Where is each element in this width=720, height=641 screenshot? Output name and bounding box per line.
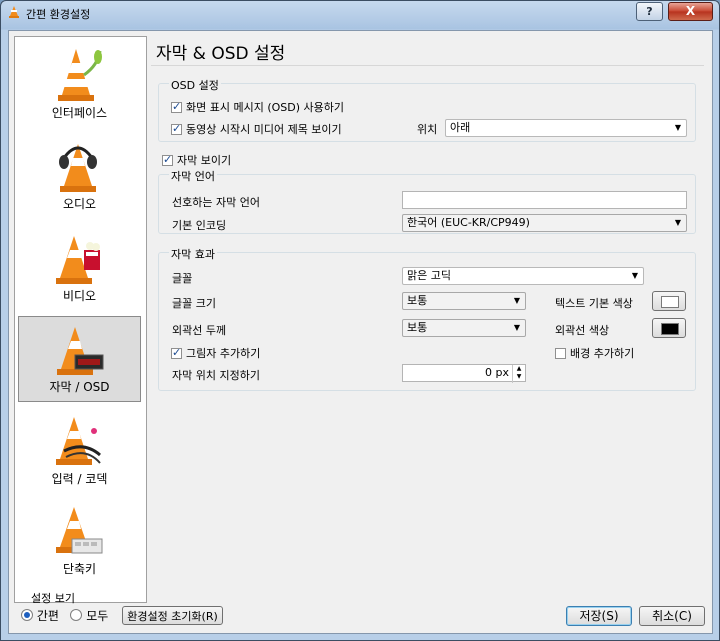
default-encoding-label: 기본 인코딩 — [172, 219, 227, 232]
view-settings-title: 설정 보기 — [31, 592, 75, 605]
sidebar-item-video[interactable]: 비디오 — [18, 224, 141, 310]
font-select[interactable]: 맑은 고딕 ▼ — [402, 267, 644, 285]
default-encoding-value: 한국어 (EUC-KR/CP949) — [407, 216, 530, 229]
osd-position-label: 위치 — [417, 123, 438, 136]
video-cone-icon — [56, 236, 100, 284]
shadow-checkbox[interactable]: 그림자 추가하기 — [171, 345, 260, 361]
window-title: 간편 환경설정 — [26, 8, 91, 21]
enable-osd-check[interactable] — [171, 100, 182, 113]
sidebar-item-label: 자막 / OSD — [49, 380, 110, 394]
show-title-checkbox[interactable]: 동영상 시작시 미디어 제목 보이기 — [171, 121, 342, 137]
sidebar-item-label: 비디오 — [62, 289, 97, 303]
font-label: 글꼴 — [172, 272, 193, 285]
outline-thickness-select[interactable]: 보통 ▼ — [402, 319, 526, 337]
all-radio[interactable] — [70, 609, 83, 621]
outline-thickness-label: 외곽선 두께 — [172, 324, 227, 337]
background-check[interactable] — [555, 348, 566, 359]
osd-position-value: 아래 — [450, 121, 471, 134]
background-label: 배경 추가하기 — [570, 347, 635, 360]
font-value: 맑은 고딕 — [407, 269, 451, 282]
text-color-swatch — [661, 296, 679, 308]
sidebar-item-audio[interactable]: 오디오 — [18, 132, 141, 218]
outline-color-label: 외곽선 색상 — [555, 324, 610, 337]
show-subtitles-checkbox[interactable]: 자막 보이기 — [162, 152, 231, 168]
effects-group-title: 자막 효과 — [169, 246, 217, 262]
show-subtitles-check[interactable] — [162, 153, 173, 166]
input-codec-cone-icon — [56, 417, 101, 465]
outline-thickness-value: 보통 — [407, 321, 428, 334]
reset-preferences-button[interactable]: 환경설정 초기화(R) — [122, 606, 223, 625]
chevron-down-icon: ▼ — [513, 296, 520, 305]
subtitle-position-value: 0 px — [485, 366, 509, 379]
sidebar-item-label: 오디오 — [62, 197, 97, 211]
default-encoding-select[interactable]: 한국어 (EUC-KR/CP949) ▼ — [402, 214, 687, 232]
page-title: 자막 & OSD 설정 — [156, 44, 286, 64]
show-title-check[interactable] — [171, 122, 182, 135]
preferred-language-label: 선호하는 자막 언어 — [172, 196, 260, 209]
preferences-window: 간편 환경설정 ? X 인터페이스 오디오 비디오 자막 / OSD 입력 / … — [0, 0, 720, 641]
view-mode-radios: 간편 모두 — [21, 607, 108, 624]
category-sidebar: 인터페이스 오디오 비디오 자막 / OSD 입력 / 코덱 단축키 — [14, 36, 147, 603]
vlc-cone-icon — [9, 6, 19, 18]
hotkeys-cone-icon — [56, 507, 103, 554]
title-divider — [151, 65, 704, 66]
chevron-down-icon: ▼ — [513, 323, 520, 332]
dialog-client-area: 인터페이스 오디오 비디오 자막 / OSD 입력 / 코덱 단축키 설정 보기… — [8, 30, 713, 634]
shadow-check[interactable] — [171, 346, 182, 359]
view-settings-group: 설정 보기 간편 모두 — [17, 590, 123, 626]
simple-radio[interactable] — [21, 609, 33, 621]
spinner-arrows-icon[interactable]: ▲ ▼ — [512, 365, 525, 383]
all-label: 모두 — [86, 609, 109, 623]
help-button[interactable]: ? — [636, 2, 663, 21]
enable-osd-label: 화면 표시 메시지 (OSD) 사용하기 — [186, 101, 344, 114]
sidebar-item-interface[interactable]: 인터페이스 — [18, 41, 141, 127]
osd-group-title: OSD 설정 — [169, 77, 221, 93]
sidebar-item-label: 단축키 — [62, 562, 97, 576]
chevron-down-icon: ▼ — [674, 123, 681, 132]
show-subtitles-label: 자막 보이기 — [177, 154, 232, 167]
shadow-label: 그림자 추가하기 — [186, 347, 261, 360]
sidebar-item-hotkeys[interactable]: 단축키 — [18, 497, 141, 583]
title-bar: 간편 환경설정 ? X — [1, 1, 719, 25]
font-size-label: 글꼴 크기 — [172, 297, 216, 310]
font-size-select[interactable]: 보통 ▼ — [402, 292, 526, 310]
chevron-down-icon: ▼ — [631, 271, 638, 280]
simple-label: 간편 — [36, 609, 59, 623]
outline-color-swatch — [661, 323, 679, 335]
show-title-label: 동영상 시작시 미디어 제목 보이기 — [186, 123, 342, 136]
osd-position-select[interactable]: 아래 ▼ — [445, 119, 687, 137]
font-size-value: 보통 — [407, 294, 428, 307]
text-color-button[interactable] — [652, 291, 686, 311]
subtitle-position-label: 자막 위치 지정하기 — [172, 369, 260, 382]
sidebar-item-label: 인터페이스 — [51, 106, 108, 120]
text-color-label: 텍스트 기본 색상 — [555, 297, 633, 310]
language-group-title: 자막 언어 — [169, 168, 217, 184]
outline-color-button[interactable] — [652, 318, 686, 338]
sidebar-item-label: 입력 / 코덱 — [51, 472, 108, 486]
enable-osd-checkbox[interactable]: 화면 표시 메시지 (OSD) 사용하기 — [171, 99, 344, 115]
interface-cone-icon — [58, 49, 102, 101]
save-button[interactable]: 저장(S) — [566, 606, 632, 626]
audio-headphones-cone-icon — [59, 144, 97, 192]
close-button[interactable]: X — [668, 2, 713, 21]
subtitle-cone-icon — [57, 327, 104, 375]
cancel-button[interactable]: 취소(C) — [639, 606, 705, 626]
chevron-down-icon: ▼ — [674, 218, 681, 227]
sidebar-item-subtitles-osd[interactable]: 자막 / OSD — [18, 316, 141, 402]
subtitle-position-spinbox[interactable]: 0 px ▲ ▼ — [402, 364, 526, 383]
sidebar-item-input-codecs[interactable]: 입력 / 코덱 — [18, 407, 141, 493]
background-checkbox[interactable]: 배경 추가하기 — [555, 345, 634, 361]
preferred-language-input[interactable] — [402, 191, 687, 209]
